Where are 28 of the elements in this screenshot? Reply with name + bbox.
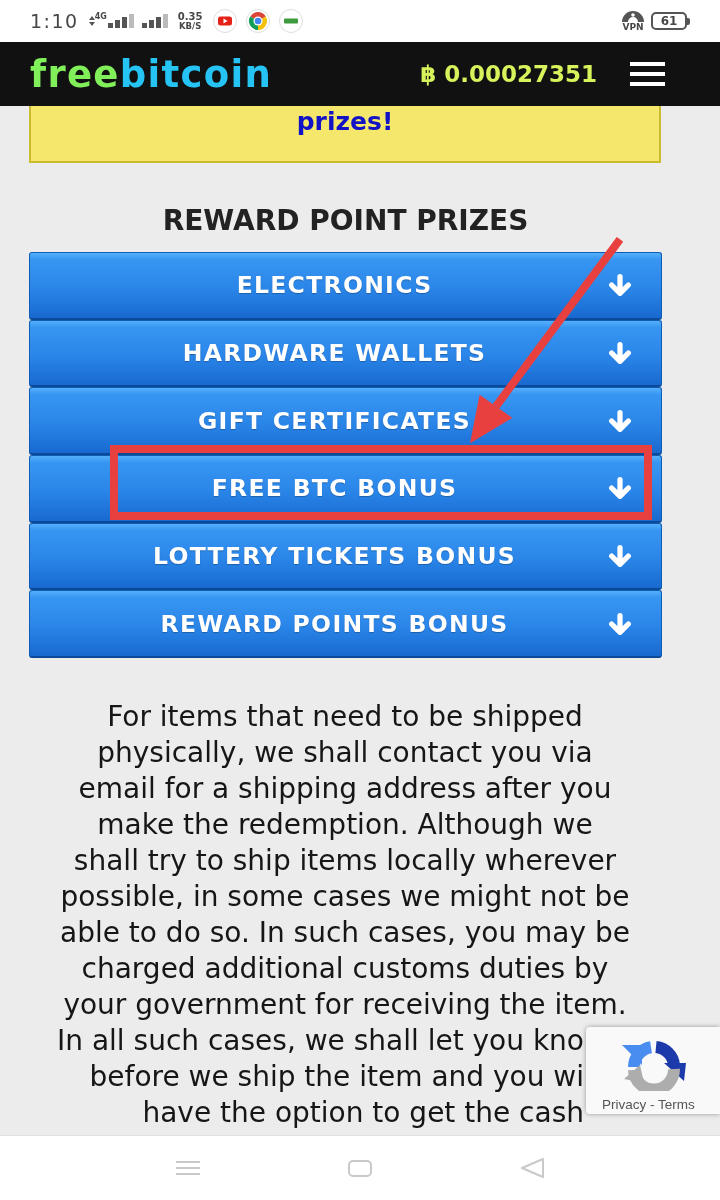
home-button[interactable] — [348, 1159, 372, 1177]
back-button[interactable] — [520, 1158, 544, 1178]
network-speed: 0.35 — [177, 11, 203, 22]
site-logo[interactable]: freebitcoin — [30, 55, 273, 93]
vpn-label: VPN — [622, 22, 644, 32]
category-button[interactable]: HARDWARE WALLETS — [29, 319, 662, 388]
notice-paragraph: In all such cases, we shall let you kno before we ship the item and you wi have the option to get the cash — [56, 1022, 584, 1131]
video-play-icon — [212, 9, 237, 33]
clock-time: 1:10 — [30, 10, 79, 32]
app-icon — [278, 9, 303, 33]
network-type: 4G — [94, 12, 107, 21]
notice-paragraph: For items that need to be shipped physically, we shall contact you via email for a shipping address after you make the redemption. Although we shall try to ship items locally wherever possible, in some cases we might not be able to do so. In such cases, you may be charged additional customs duties by your government for receiving the item. — [59, 698, 631, 1023]
menu-icon[interactable] — [630, 62, 665, 86]
privacy-badge[interactable]: Privacy - Terms — [586, 1027, 720, 1114]
privacy-terms-link: Privacy - Terms — [602, 1097, 695, 1113]
speed-unit: KB/S — [179, 21, 202, 31]
balance-amount: ฿ 0.00027351 — [420, 61, 597, 87]
category-button[interactable]: REWARD POINTS BONUS — [29, 590, 662, 658]
vpn-icon — [621, 10, 645, 22]
category-button[interactable]: ELECTRONICS — [29, 252, 662, 320]
banner-text: prizes! — [296, 107, 394, 137]
data-arrows-icon — [88, 16, 95, 26]
battery-indicator: 61 — [651, 12, 690, 30]
category-button[interactable]: LOTTERY TICKETS BONUS — [29, 522, 662, 591]
section-title: REWARD POINT PRIZES — [162, 204, 529, 238]
signal-icon — [107, 14, 134, 28]
browser-icon — [245, 9, 270, 33]
signal-icon — [141, 14, 168, 28]
